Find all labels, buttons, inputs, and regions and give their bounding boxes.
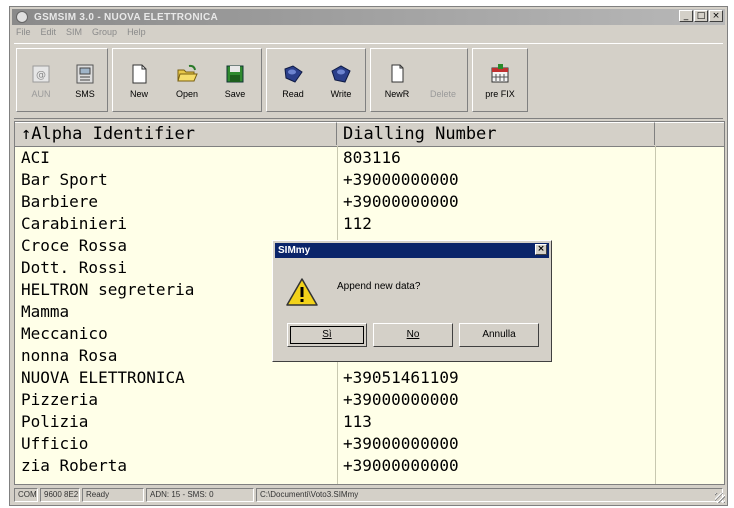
- alpha-identifier-cell: Meccanico: [21, 324, 108, 343]
- alpha-identifier-cell: Mamma: [21, 302, 70, 321]
- alpha-identifier-cell: HELTRON segreteria: [21, 280, 195, 299]
- menu-group[interactable]: Group: [92, 27, 117, 41]
- new-record-button[interactable]: NewR: [375, 53, 419, 109]
- dialog-title: SIMmy: [278, 245, 311, 256]
- new-button[interactable]: New: [117, 53, 161, 109]
- alpha-identifier-cell: Ufficio: [21, 434, 89, 453]
- delete-record-icon: [432, 63, 454, 85]
- dialling-number-cell: +39000000000: [343, 170, 459, 189]
- sms-icon: [74, 63, 96, 85]
- table-row[interactable]: Barbiere +39000000000: [15, 191, 724, 213]
- prefix-button[interactable]: pre FIX: [478, 53, 522, 109]
- toolbar-group-sim: Read Write: [266, 48, 366, 112]
- open-button[interactable]: Open: [165, 53, 209, 109]
- column-header-number[interactable]: Dialling Number: [337, 122, 655, 145]
- sms-button[interactable]: SMS: [63, 53, 107, 109]
- alpha-identifier-cell: Croce Rossa: [21, 236, 127, 255]
- delete-record-button[interactable]: Delete: [421, 53, 465, 109]
- toolbar-group-prefix: pre FIX: [472, 48, 528, 112]
- dialog-close-button[interactable]: ×: [535, 244, 547, 255]
- confirm-dialog: SIMmy × Append new data? Sì No Annulla: [272, 240, 552, 362]
- toolbar-group-file: New Open Save: [112, 48, 262, 112]
- new-file-icon: [128, 63, 150, 85]
- save-button[interactable]: Save: [213, 53, 257, 109]
- dialling-number-cell: 112: [343, 214, 372, 233]
- alpha-identifier-cell: Pizzeria: [21, 390, 99, 409]
- table-header: ↑Alpha Identifier Dialling Number: [15, 122, 724, 147]
- table-row[interactable]: Bar Sport +39000000000: [15, 169, 724, 191]
- menu-sim[interactable]: SIM: [66, 27, 82, 41]
- no-button[interactable]: No: [373, 323, 453, 347]
- floppy-save-icon: [224, 63, 246, 85]
- sim-read-icon: [282, 63, 304, 85]
- read-button[interactable]: Read: [271, 53, 315, 109]
- maximize-button[interactable]: □: [694, 10, 708, 22]
- minimize-button[interactable]: _: [679, 10, 693, 22]
- dialling-number-cell: +39000000000: [343, 434, 459, 453]
- table-row[interactable]: ACI 803116: [15, 147, 724, 169]
- status-port: COM2: [14, 488, 38, 502]
- table-row[interactable]: Carabinieri 112: [15, 213, 724, 235]
- aun-button[interactable]: @ AUN: [19, 53, 63, 109]
- menu-file[interactable]: File: [16, 27, 31, 41]
- status-state: Ready: [82, 488, 144, 502]
- column-header-alpha[interactable]: ↑Alpha Identifier: [15, 122, 337, 145]
- at-icon: @: [30, 63, 52, 85]
- dialling-number-cell: +39000000000: [343, 456, 459, 475]
- status-baud: 9600 8E2: [40, 488, 80, 502]
- alpha-identifier-cell: ACI: [21, 148, 50, 167]
- dialling-number-cell: +39051461109: [343, 368, 459, 387]
- app-icon: [16, 11, 28, 23]
- alpha-identifier-cell: Carabinieri: [21, 214, 127, 233]
- alpha-identifier-cell: zia Roberta: [21, 456, 127, 475]
- menu-bar: File Edit SIM Group Help: [16, 27, 146, 41]
- dialog-message: Append new data?: [337, 281, 421, 292]
- alpha-identifier-cell: Barbiere: [21, 192, 99, 211]
- warning-icon: [285, 277, 319, 307]
- svg-text:@: @: [36, 70, 46, 81]
- dialog-title-bar[interactable]: SIMmy ×: [275, 243, 549, 258]
- dialling-number-cell: 113: [343, 412, 372, 431]
- menu-help[interactable]: Help: [127, 27, 146, 41]
- close-button[interactable]: ×: [709, 10, 723, 22]
- toolbar-group-comm: @ AUN SMS: [16, 48, 108, 112]
- dialling-number-cell: 803116: [343, 148, 401, 167]
- cancel-button[interactable]: Annulla: [459, 323, 539, 347]
- prefix-icon: [489, 63, 511, 85]
- status-bar: COM2 9600 8E2 Ready ADN: 15 - SMS: 0 C:\…: [14, 488, 723, 504]
- status-path: C:\Documenti\Voto3.SIMmy: [256, 488, 723, 502]
- table-row[interactable]: Pizzeria +39000000000: [15, 389, 724, 411]
- alpha-identifier-cell: nonna Rosa: [21, 346, 118, 365]
- status-counts: ADN: 15 - SMS: 0: [146, 488, 254, 502]
- write-button[interactable]: Write: [319, 53, 363, 109]
- table-row[interactable]: zia Roberta +39000000000: [15, 455, 724, 477]
- alpha-identifier-cell: Dott. Rossi: [21, 258, 127, 277]
- table-row[interactable]: Ufficio +39000000000: [15, 433, 724, 455]
- dialling-number-cell: +39000000000: [343, 192, 459, 211]
- open-folder-icon: [176, 63, 198, 85]
- window-title: GSMSIM 3.0 - NUOVA ELETTRONICA: [34, 11, 219, 23]
- table-row[interactable]: NUOVA ELETTRONICA +39051461109: [15, 367, 724, 389]
- toolbar: @ AUN SMS New Open Save Read Write NewR …: [14, 43, 723, 119]
- alpha-identifier-cell: Polizia: [21, 412, 89, 431]
- menu-edit[interactable]: Edit: [41, 27, 57, 41]
- alpha-identifier-cell: Bar Sport: [21, 170, 108, 189]
- sim-write-icon: [330, 63, 352, 85]
- alpha-identifier-cell: NUOVA ELETTRONICA: [21, 368, 185, 387]
- new-record-icon: [386, 63, 408, 85]
- dialling-number-cell: +39000000000: [343, 390, 459, 409]
- yes-button[interactable]: Sì: [287, 323, 367, 347]
- title-bar[interactable]: GSMSIM 3.0 - NUOVA ELETTRONICA _ □ ×: [12, 9, 725, 25]
- toolbar-group-record: NewR Delete: [370, 48, 468, 112]
- column-header-extra[interactable]: [655, 122, 724, 145]
- resize-grip[interactable]: [715, 493, 725, 503]
- table-row[interactable]: Polizia 113: [15, 411, 724, 433]
- window-controls: _ □ ×: [679, 10, 723, 22]
